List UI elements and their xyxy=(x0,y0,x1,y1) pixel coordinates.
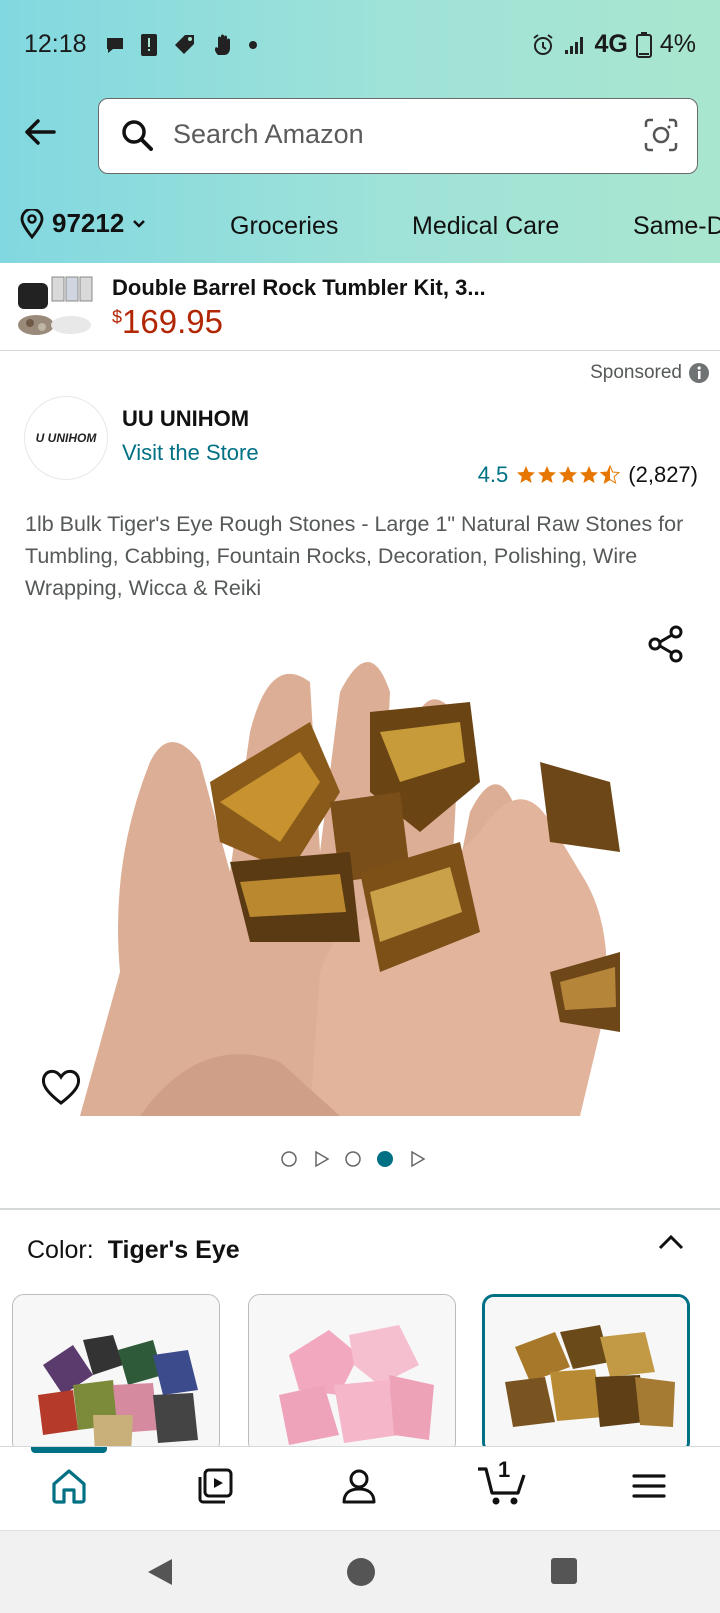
store-logo-text: U UNIHOM xyxy=(35,431,97,445)
rating-count: (2,827) xyxy=(628,462,698,487)
carousel-dot[interactable] xyxy=(280,1150,298,1168)
brand-name: UU UNIHOM xyxy=(122,406,250,431)
back-arrow-icon[interactable] xyxy=(20,112,60,152)
star-rating-icon xyxy=(517,465,620,484)
price-value: 169.95 xyxy=(122,303,223,340)
product-rating[interactable]: 4.5 (2,827) xyxy=(478,462,698,488)
alarm-icon xyxy=(532,33,553,55)
carousel-indicators xyxy=(280,1150,426,1168)
cart-button[interactable]: 1 xyxy=(476,1457,530,1509)
search-input[interactable]: Search Amazon xyxy=(173,119,364,150)
section-divider xyxy=(0,1208,720,1210)
sponsored-text: Sponsored xyxy=(590,362,682,383)
tigers-eye-image xyxy=(485,1297,687,1451)
color-label: Color: xyxy=(27,1236,94,1264)
rock-tumbler-thumbnail xyxy=(18,276,93,335)
dot-icon xyxy=(249,41,257,49)
location-pin-icon xyxy=(20,208,44,239)
mixed-stones-image xyxy=(13,1295,219,1453)
system-recents-icon[interactable] xyxy=(550,1557,578,1585)
camera-search-icon[interactable] xyxy=(643,117,679,153)
carousel-video-dot[interactable] xyxy=(408,1150,426,1168)
visit-store-link[interactable]: Visit the Store xyxy=(122,440,259,466)
cart-count: 1 xyxy=(498,1457,511,1482)
delivery-location[interactable]: 97212 xyxy=(18,208,148,239)
signal-icon xyxy=(564,36,583,54)
chat-icon xyxy=(107,38,123,53)
chevron-up-icon[interactable] xyxy=(656,1232,686,1254)
status-right: 4G 4% xyxy=(531,30,696,59)
color-swatch-mixed[interactable] xyxy=(12,1294,220,1454)
video-icon[interactable] xyxy=(196,1467,234,1505)
header-gradient: 12:18 4G 4% Search Amazon 97212 Grocerie… xyxy=(0,0,720,263)
carousel-video-dot[interactable] xyxy=(312,1150,330,1168)
menu-icon[interactable] xyxy=(630,1467,668,1505)
share-icon[interactable] xyxy=(646,624,686,664)
hand-icon xyxy=(214,34,230,55)
sponsored-product-banner[interactable]: Double Barrel Rock Tumbler Kit, 3... $16… xyxy=(0,263,720,351)
sponsored-label[interactable]: Sponsored xyxy=(590,362,710,384)
store-logo[interactable]: U UNIHOM xyxy=(24,396,108,480)
color-swatch-tigers-eye[interactable] xyxy=(482,1294,690,1454)
system-back-icon[interactable] xyxy=(146,1557,174,1587)
home-icon[interactable] xyxy=(50,1467,88,1505)
search-icon xyxy=(122,120,153,151)
bottom-navigation: 1 xyxy=(0,1446,720,1531)
alert-icon xyxy=(141,34,157,56)
chevron-down-icon xyxy=(133,219,146,228)
info-icon xyxy=(689,363,709,383)
network-type: 4G xyxy=(594,30,628,58)
status-bar: 12:18 4G 4% xyxy=(0,0,720,90)
currency-symbol: $ xyxy=(112,307,123,327)
nav-link-medical-care[interactable]: Medical Care xyxy=(412,212,559,241)
selected-color: Tiger's Eye xyxy=(107,1236,240,1264)
location-nav-row: 97212 Groceries Medical Care Same-D xyxy=(0,196,720,258)
active-tab-indicator xyxy=(31,1447,107,1453)
color-swatch-rose-quartz[interactable] xyxy=(248,1294,456,1454)
product-title: 1lb Bulk Tiger's Eye Rough Stones - Larg… xyxy=(25,512,684,600)
system-navigation-bar xyxy=(0,1530,720,1613)
system-home-icon[interactable] xyxy=(346,1557,376,1587)
rating-value: 4.5 xyxy=(477,462,509,487)
notification-icons xyxy=(104,32,258,58)
zip-code: 97212 xyxy=(52,208,125,238)
nav-link-same-day[interactable]: Same-D xyxy=(633,212,720,241)
nav-link-groceries[interactable]: Groceries xyxy=(230,212,338,241)
carousel-dot-active[interactable] xyxy=(376,1150,394,1168)
sponsored-product-price: $169.95 xyxy=(112,303,223,341)
tag-icon xyxy=(175,35,194,54)
wishlist-heart-icon[interactable] xyxy=(40,1068,82,1106)
account-icon[interactable] xyxy=(340,1467,378,1505)
status-time: 12:18 xyxy=(24,30,87,58)
search-bar[interactable]: Search Amazon xyxy=(98,98,698,174)
rose-quartz-image xyxy=(249,1295,455,1453)
sponsored-product-title: Double Barrel Rock Tumbler Kit, 3... xyxy=(112,275,486,300)
battery-icon xyxy=(635,31,652,58)
color-selector-label: Color: Tiger's Eye xyxy=(27,1236,240,1265)
carousel-dot[interactable] xyxy=(344,1150,362,1168)
product-image[interactable] xyxy=(80,612,640,1116)
battery-percent: 4% xyxy=(659,30,696,58)
